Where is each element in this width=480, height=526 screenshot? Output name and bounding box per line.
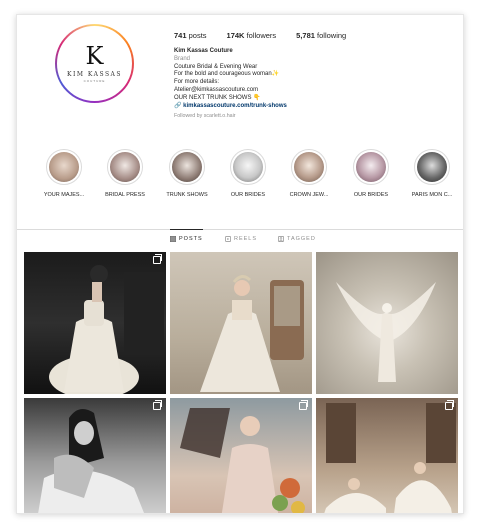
logo-letter: K bbox=[85, 42, 104, 70]
highlight-circle bbox=[46, 149, 82, 185]
logo-subtitle: COUTURE bbox=[83, 79, 106, 83]
posts-count: 741 bbox=[174, 31, 187, 40]
highlight-thumbnail bbox=[417, 152, 447, 182]
bio-email[interactable]: Atelier@kimkassascouture.com bbox=[174, 87, 374, 95]
highlight-thumbnail bbox=[110, 152, 140, 182]
profile-avatar-ring[interactable]: K KIM KASSAS COUTURE bbox=[55, 24, 134, 103]
posts-label: posts bbox=[188, 31, 207, 40]
post-image bbox=[324, 403, 456, 513]
following-count: 5,781 bbox=[296, 31, 315, 40]
multi-post-icon bbox=[153, 254, 162, 264]
following-stat[interactable]: 5,781 following bbox=[296, 31, 346, 40]
tab-tagged-label: TAGGED bbox=[287, 236, 316, 242]
followed-by-text[interactable]: Followed by scarlett.o.hair bbox=[174, 113, 374, 121]
tab-tagged[interactable]: TAGGED bbox=[278, 236, 316, 242]
bio-link[interactable]: 🔗 kimkassascouture.com/trunk-shows bbox=[174, 103, 374, 111]
highlight-label: OUR BRIDES bbox=[230, 192, 266, 198]
post-image bbox=[49, 265, 164, 394]
highlight-item[interactable]: OUR BRIDES bbox=[218, 149, 278, 198]
post-image bbox=[336, 282, 436, 382]
post-tile[interactable] bbox=[170, 398, 312, 513]
followers-count: 174K bbox=[226, 31, 245, 40]
highlight-label: CROWN JEW... bbox=[289, 192, 329, 198]
highlight-circle bbox=[107, 149, 143, 185]
tab-posts-label: POSTS bbox=[179, 236, 203, 242]
post-tile[interactable] bbox=[24, 252, 166, 394]
highlight-thumbnail bbox=[233, 152, 263, 182]
bio-line: For more details: bbox=[174, 79, 220, 86]
profile-bio: Kim Kassas Couture Brand Couture Bridal … bbox=[174, 48, 374, 121]
highlight-circle bbox=[169, 149, 205, 185]
posts-stat: 741 posts bbox=[174, 31, 207, 40]
post-image bbox=[180, 408, 305, 513]
post-image bbox=[200, 275, 304, 392]
post-tile[interactable] bbox=[316, 398, 458, 513]
highlight-label: OUR BRIDES bbox=[353, 192, 389, 198]
tab-reels[interactable]: REELS bbox=[225, 236, 257, 242]
highlight-circle bbox=[291, 149, 327, 185]
instagram-profile: K KIM KASSAS COUTURE 741 posts 174K foll… bbox=[16, 14, 464, 514]
bio-line: For the bold and courageous woman✨ bbox=[174, 71, 280, 78]
highlight-thumbnail bbox=[356, 152, 386, 182]
highlight-item[interactable]: YOUR MAJES... bbox=[34, 149, 94, 198]
post-tile[interactable] bbox=[170, 252, 312, 394]
post-image bbox=[38, 409, 144, 513]
highlight-circle bbox=[414, 149, 450, 185]
highlight-thumbnail bbox=[172, 152, 202, 182]
profile-category: Brand bbox=[174, 55, 191, 62]
logo-name: KIM KASSAS bbox=[66, 71, 123, 78]
reels-icon bbox=[225, 236, 231, 242]
highlight-item[interactable]: CROWN JEW... bbox=[279, 149, 339, 198]
tag-icon bbox=[278, 236, 284, 242]
highlight-label: BRIDAL PRESS bbox=[105, 192, 145, 198]
profile-tabs: POSTS REELS TAGGED bbox=[17, 229, 463, 247]
multi-post-icon bbox=[299, 400, 308, 410]
bio-line: OUR NEXT TRUNK SHOWS 👇 bbox=[174, 94, 261, 101]
avatar: K KIM KASSAS COUTURE bbox=[57, 26, 132, 101]
highlight-thumbnail bbox=[49, 152, 79, 182]
highlight-item[interactable]: TRUNK SHOWS bbox=[157, 149, 217, 198]
multi-post-icon bbox=[445, 400, 454, 410]
grid-icon bbox=[170, 236, 176, 242]
profile-stats: 741 posts 174K followers 5,781 following bbox=[174, 31, 346, 40]
highlight-label: TRUNK SHOWS bbox=[166, 192, 208, 198]
multi-post-icon bbox=[153, 400, 162, 410]
highlight-circle bbox=[230, 149, 266, 185]
highlight-item[interactable]: OUR BRIDES bbox=[341, 149, 401, 198]
highlight-label: PARIS MON C... bbox=[411, 192, 453, 198]
followers-stat[interactable]: 174K followers bbox=[227, 31, 277, 40]
followers-label: followers bbox=[246, 31, 277, 40]
post-tile[interactable] bbox=[24, 398, 166, 513]
profile-name: Kim Kassas Couture bbox=[174, 48, 233, 54]
tab-reels-label: REELS bbox=[234, 236, 258, 242]
following-label: following bbox=[317, 31, 347, 40]
highlight-label: YOUR MAJES... bbox=[43, 192, 85, 198]
highlight-item[interactable]: PARIS MON C... bbox=[402, 149, 462, 198]
highlight-thumbnail bbox=[294, 152, 324, 182]
post-tile[interactable] bbox=[316, 252, 458, 394]
highlight-circle bbox=[353, 149, 389, 185]
highlight-item[interactable]: BRIDAL PRESS bbox=[95, 149, 155, 198]
story-highlights: YOUR MAJES... BRIDAL PRESS TRUNK SHOWS O… bbox=[17, 149, 463, 207]
tab-posts[interactable]: POSTS bbox=[170, 229, 203, 242]
